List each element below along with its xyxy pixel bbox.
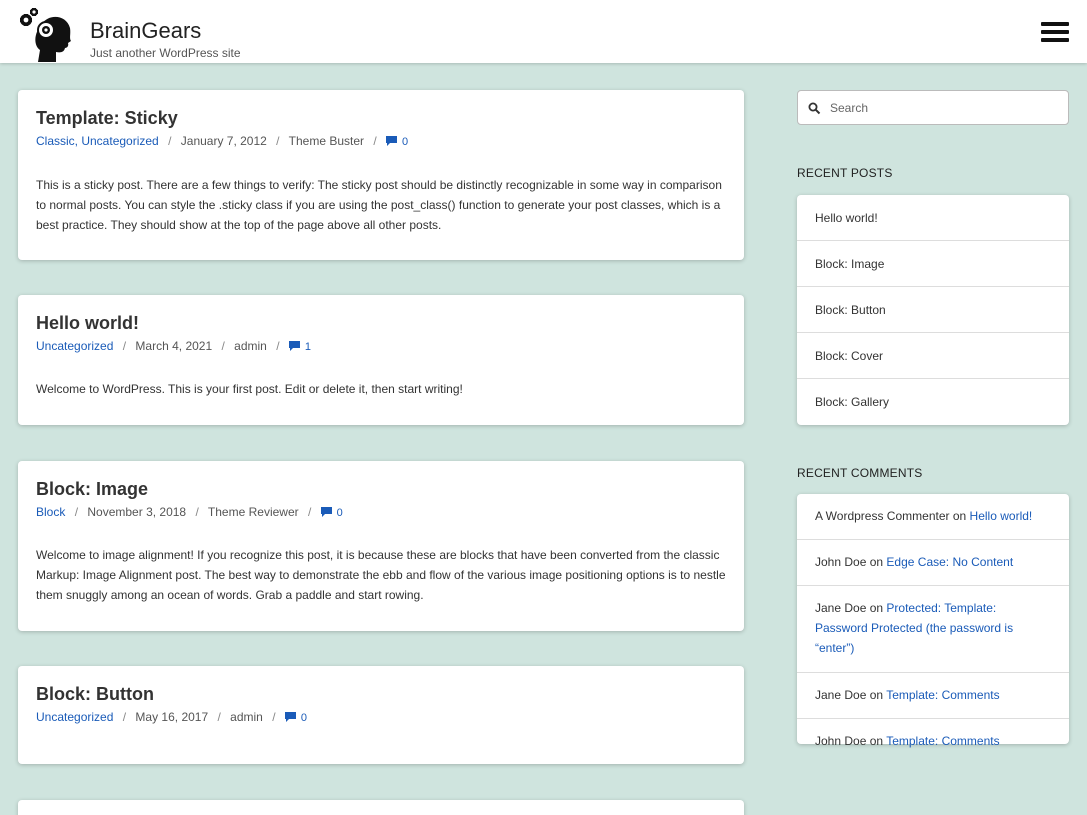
comment-post-link[interactable]: Template: Comments (886, 688, 999, 702)
recent-comment-item: Jane Doe on Template: Comments (797, 673, 1069, 719)
category-link[interactable]: Uncategorized (36, 339, 113, 353)
comment-post-link[interactable]: Hello world! (970, 509, 1033, 523)
post-meta: Uncategorized / May 16, 2017 / admin / 0 (36, 710, 308, 724)
comment-count[interactable]: 0 (402, 136, 408, 148)
category-link[interactable]: Uncategorized (36, 710, 113, 724)
comment-on-label: on (952, 509, 967, 523)
comment-count[interactable]: 1 (305, 341, 311, 353)
post-date[interactable]: March 4, 2021 (135, 339, 212, 353)
post-excerpt: This is a sticky post. There are a few t… (36, 178, 722, 232)
comment-post-link[interactable]: Template: Comments (886, 734, 999, 748)
recent-comment-item: John Doe on Edge Case: No Content (797, 540, 1069, 586)
recent-post-item[interactable]: Block: Gallery (797, 379, 1069, 425)
comment-on-label: on (869, 555, 884, 569)
recent-comment-item: John Doe on Template: Comments (797, 719, 1069, 765)
site-header: BrainGears Just another WordPress site (0, 0, 1087, 63)
recent-posts-title: RECENT POSTS (797, 166, 893, 180)
post-author[interactable]: admin (234, 339, 267, 353)
post-excerpt: Welcome to WordPress. This is your first… (36, 382, 463, 396)
comment-on-label: on (869, 601, 884, 615)
category-link[interactable]: Block (36, 505, 65, 519)
comment-on-label: on (869, 734, 884, 748)
comment-author: A Wordpress Commenter (815, 509, 950, 523)
comment-author: John Doe (815, 555, 867, 569)
post-author[interactable]: Theme Buster (289, 134, 364, 148)
comment-icon (288, 341, 300, 351)
post-date[interactable]: May 16, 2017 (135, 710, 208, 724)
site-description: Just another WordPress site (90, 46, 241, 60)
post-card: Template: Sticky Classic, Uncategorized … (18, 90, 744, 260)
search-input[interactable] (830, 97, 1060, 119)
search-box (797, 90, 1069, 125)
comment-author: Jane Doe (815, 688, 867, 702)
comment-count[interactable]: 0 (301, 712, 307, 724)
post-meta: Classic, Uncategorized / January 7, 2012… (36, 134, 409, 148)
post-title[interactable]: Template: Sticky (36, 108, 178, 129)
post-author[interactable]: Theme Reviewer (208, 505, 299, 519)
post-card: Block: Button Uncategorized / May 16, 20… (18, 666, 744, 764)
category-link[interactable]: Uncategorized (81, 134, 158, 148)
post-date[interactable]: November 3, 2018 (87, 505, 186, 519)
comment-icon (386, 136, 398, 146)
comment-icon (320, 507, 332, 517)
comment-on-label: on (869, 688, 884, 702)
hamburger-menu-icon[interactable] (1041, 20, 1071, 44)
recent-comment-item: Jane Doe on Protected: Template: Passwor… (797, 586, 1069, 673)
comment-post-link[interactable]: Edge Case: No Content (886, 555, 1013, 569)
post-title[interactable]: Block: Button (36, 684, 154, 705)
recent-post-item[interactable]: Block: Image (797, 241, 1069, 287)
post-author[interactable]: admin (230, 710, 263, 724)
recent-post-item[interactable]: Hello world! (797, 195, 1069, 241)
recent-posts-list: Hello world! Block: Image Block: Button … (797, 195, 1069, 425)
post-date[interactable]: January 7, 2012 (181, 134, 267, 148)
recent-comment-item: A Wordpress Commenter on Hello world! (797, 494, 1069, 540)
recent-comments-title: RECENT COMMENTS (797, 466, 923, 480)
post-card (18, 800, 744, 815)
category-link[interactable]: Classic (36, 134, 75, 148)
comment-count[interactable]: 0 (337, 507, 343, 519)
brain-gears-logo-icon[interactable] (18, 8, 74, 62)
post-excerpt: Welcome to image alignment! If you recog… (36, 548, 726, 602)
recent-post-item[interactable]: Block: Button (797, 287, 1069, 333)
recent-comments-list: A Wordpress Commenter on Hello world! Jo… (797, 494, 1069, 748)
search-icon (808, 102, 821, 115)
post-meta: Uncategorized / March 4, 2021 / admin / … (36, 339, 312, 353)
post-card: Block: Image Block / November 3, 2018 / … (18, 461, 744, 631)
comment-author: John Doe (815, 734, 867, 748)
comment-icon (284, 712, 296, 722)
comment-author: Jane Doe (815, 601, 867, 615)
post-meta: Block / November 3, 2018 / Theme Reviewe… (36, 505, 343, 519)
site-title[interactable]: BrainGears (90, 18, 201, 44)
post-title[interactable]: Block: Image (36, 479, 148, 500)
post-title[interactable]: Hello world! (36, 313, 139, 334)
recent-post-item[interactable]: Block: Cover (797, 333, 1069, 379)
post-card: Hello world! Uncategorized / March 4, 20… (18, 295, 744, 425)
